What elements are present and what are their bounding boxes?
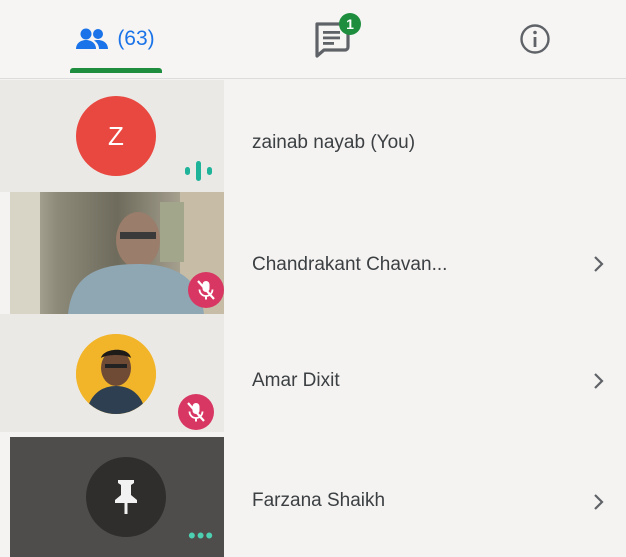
mic-off-indicator	[178, 394, 214, 430]
participant-row[interactable]: Amar Dixit	[0, 314, 626, 432]
avatar: Z	[76, 96, 156, 176]
participant-name: Farzana Shaikh	[252, 490, 386, 511]
mic-off-icon	[187, 402, 205, 422]
avatar	[76, 334, 156, 414]
chevron-right-icon[interactable]	[588, 254, 608, 274]
voice-activity-icon	[185, 161, 212, 181]
mic-off-icon	[197, 280, 215, 300]
participant-name: Chandrakant Chavan...	[252, 254, 448, 275]
tab-chat[interactable]: 1	[280, 0, 390, 78]
mic-off-indicator	[188, 272, 224, 308]
info-icon	[520, 24, 550, 54]
participant-count: (63)	[117, 27, 155, 50]
participant-tile: •••	[10, 437, 224, 557]
participant-video	[10, 192, 224, 314]
participant-row[interactable]: Z zainab nayab (You)	[0, 80, 626, 198]
more-options-icon[interactable]: •••	[188, 523, 214, 549]
chevron-right-icon[interactable]	[588, 371, 608, 391]
active-tab-indicator	[70, 68, 162, 73]
avatar	[86, 457, 166, 537]
participant-name: Amar Dixit	[252, 370, 340, 391]
people-icon	[76, 28, 109, 49]
avatar-photo	[76, 334, 156, 414]
participant-row[interactable]: ••• Farzana Shaikh	[0, 437, 626, 557]
participants-panel-tabs: (63) 1	[0, 0, 626, 79]
unread-badge: 1	[339, 13, 361, 35]
tab-people[interactable]: (63)	[40, 0, 190, 78]
participant-row[interactable]: Chandrakant Chavan...	[0, 192, 626, 314]
tab-info[interactable]	[480, 0, 590, 78]
participant-tile: Z	[0, 80, 224, 192]
chevron-right-icon[interactable]	[588, 492, 608, 512]
participant-name: zainab nayab (You)	[252, 132, 416, 153]
pin-icon	[115, 480, 137, 514]
participant-tile	[0, 314, 224, 432]
